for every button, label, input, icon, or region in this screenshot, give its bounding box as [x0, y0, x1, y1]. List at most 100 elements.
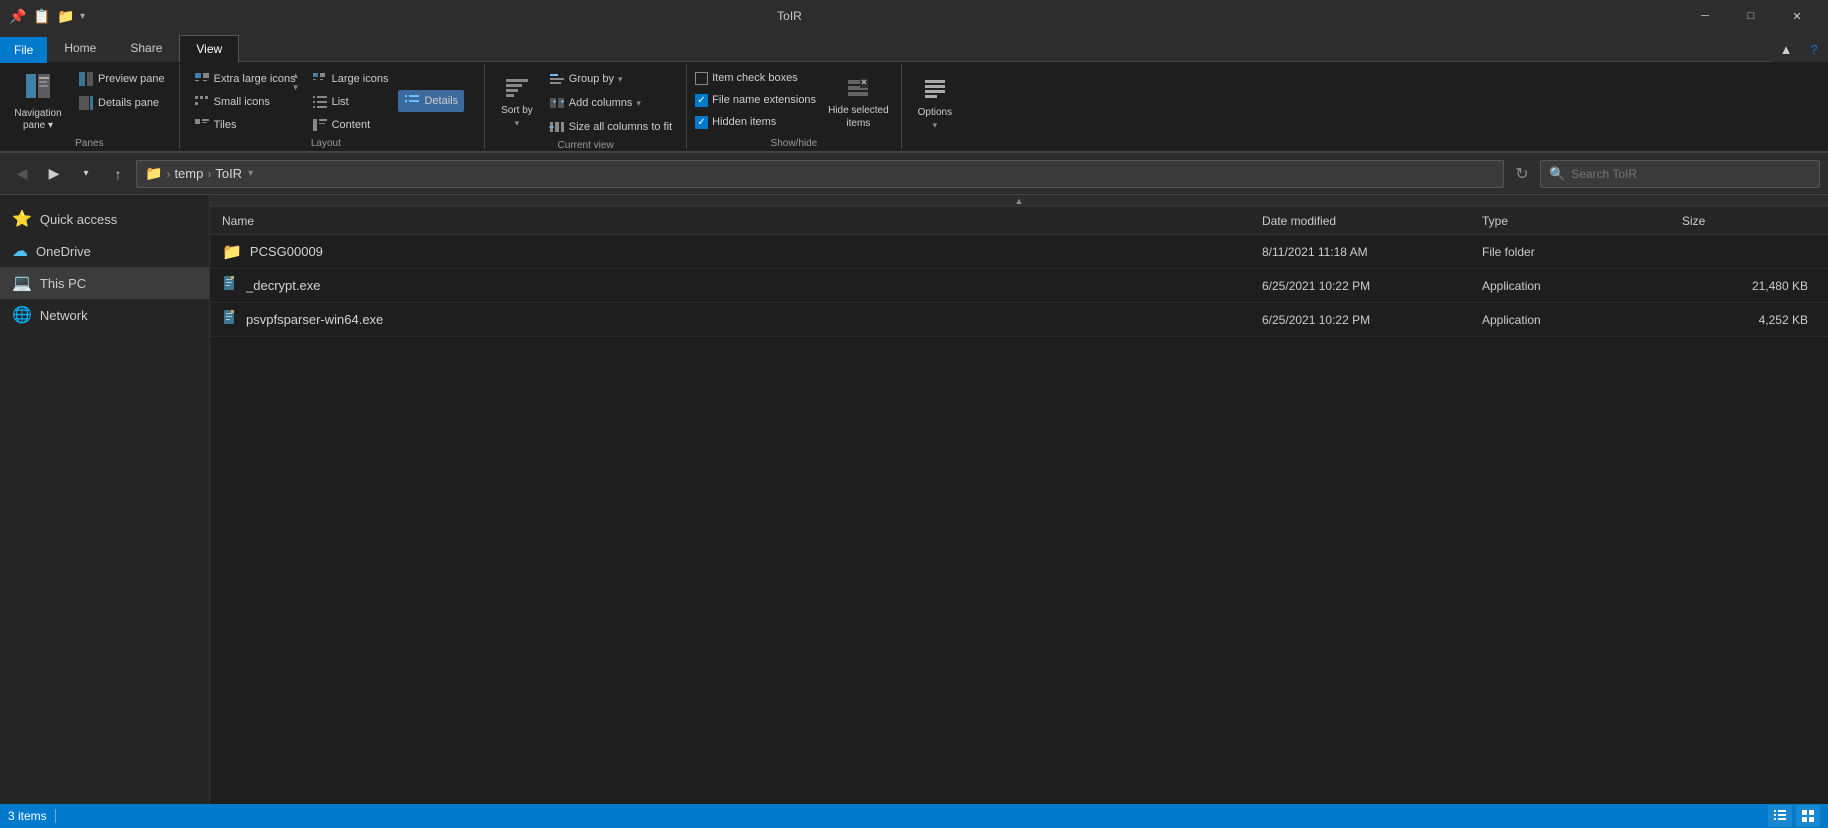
- quick-access-dropdown[interactable]: ▾: [80, 11, 85, 22]
- sidebar-item-onedrive[interactable]: ☁ OneDrive: [0, 235, 209, 267]
- search-input[interactable]: [1571, 167, 1811, 181]
- close-button[interactable]: ✕: [1774, 0, 1820, 32]
- tab-home[interactable]: Home: [47, 34, 113, 62]
- col-header-name[interactable]: Name: [214, 214, 1254, 228]
- list-button[interactable]: List: [306, 91, 395, 113]
- sort-by-label: Sort by: [501, 105, 533, 116]
- path-temp[interactable]: temp: [174, 166, 203, 181]
- options-button[interactable]: Options ▾: [910, 68, 960, 136]
- network-icon: 🌐: [12, 305, 32, 325]
- main-area: ⭐ Quick access ☁ OneDrive 💻 This PC 🌐 Ne…: [0, 195, 1828, 804]
- hidden-items-row[interactable]: ✓ Hidden items: [695, 112, 816, 132]
- add-columns-label: Add columns: [569, 97, 633, 109]
- details-button[interactable]: Details: [398, 90, 464, 112]
- up-button[interactable]: ↑: [104, 160, 132, 188]
- view-col: Group by ▾ Add columns ▾: [543, 68, 678, 138]
- col-header-size[interactable]: Size: [1674, 214, 1824, 228]
- large-icons-button[interactable]: Large icons: [306, 68, 395, 90]
- file-name-cell: 📁 PCSG00009: [214, 242, 1254, 262]
- tiles-button[interactable]: Tiles: [188, 114, 302, 136]
- clipboard-icon[interactable]: 📋: [32, 6, 52, 26]
- file-name-extensions-checkbox[interactable]: ✓: [695, 94, 708, 107]
- file-name: _decrypt.exe: [246, 278, 320, 293]
- path-dropdown-button[interactable]: ▾: [248, 168, 253, 179]
- pin-icon[interactable]: 📌: [8, 6, 28, 26]
- hidden-items-checkbox[interactable]: ✓: [695, 116, 708, 129]
- tab-share[interactable]: Share: [113, 34, 179, 62]
- table-row[interactable]: psvpfsparser-win64.exe 6/25/2021 10:22 P…: [210, 303, 1828, 337]
- ribbon-tabs: File Home Share View ▲ ?: [0, 32, 1828, 62]
- grid-view-mode-button[interactable]: [1796, 805, 1820, 827]
- exe-icon: [222, 275, 238, 296]
- col-header-date[interactable]: Date modified: [1254, 214, 1474, 228]
- ribbon-section-layout: Extra large icons Small icons Tiles ▲ ▼: [180, 64, 485, 149]
- preview-pane-button[interactable]: Preview pane: [72, 68, 171, 90]
- file-date: 6/25/2021 10:22 PM: [1254, 313, 1474, 327]
- folder-icon[interactable]: 📁: [56, 6, 76, 26]
- show-hide-col: Item check boxes ✓ File name extensions …: [695, 68, 816, 132]
- small-icons-button[interactable]: Small icons: [188, 91, 302, 113]
- restore-button[interactable]: □: [1728, 0, 1774, 32]
- title-bar: 📌 📋 📁 ▾ ToIR ─ □ ✕: [0, 0, 1828, 32]
- list-view-mode-button[interactable]: [1768, 805, 1792, 827]
- tab-file[interactable]: File: [0, 37, 47, 63]
- current-view-content: Sort by ▾ Group by ▾: [493, 68, 678, 138]
- size-all-columns-button[interactable]: Size all columns to fit: [543, 116, 678, 138]
- ribbon-section-show-hide: Item check boxes ✓ File name extensions …: [687, 64, 902, 149]
- sidebar-item-this-pc[interactable]: 💻 This PC: [0, 267, 209, 299]
- file-name-cell: _decrypt.exe: [214, 275, 1254, 296]
- quick-access-label: Quick access: [40, 212, 117, 227]
- sidebar-item-network[interactable]: 🌐 Network: [0, 299, 209, 331]
- scroll-down-arrow[interactable]: ▼: [292, 82, 300, 94]
- layout-col-details: Details: [398, 90, 464, 112]
- forward-button[interactable]: ▶: [40, 160, 68, 188]
- options-content: Options ▾: [910, 68, 960, 143]
- hide-selected-items-button[interactable]: Hide selecteditems: [824, 68, 893, 136]
- tab-view[interactable]: View: [179, 35, 239, 63]
- scroll-up-arrow[interactable]: ▲: [292, 70, 300, 82]
- item-check-boxes-checkbox[interactable]: [695, 72, 708, 85]
- refresh-button[interactable]: ↻: [1508, 160, 1536, 188]
- layout-content: Extra large icons Small icons Tiles ▲ ▼: [188, 68, 464, 136]
- col-header-type[interactable]: Type: [1474, 214, 1674, 228]
- file-type: Application: [1474, 279, 1674, 293]
- minimize-button[interactable]: ─: [1682, 0, 1728, 32]
- title-bar-icons: 📌 📋 📁 ▾: [8, 6, 97, 26]
- options-label: Options: [918, 107, 952, 118]
- this-pc-label: This PC: [40, 276, 86, 291]
- ribbon-content: Navigationpane ▾ Preview pane: [0, 62, 1828, 152]
- ribbon-section-panes: Navigationpane ▾ Preview pane: [0, 64, 180, 149]
- scroll-top[interactable]: ▲: [210, 195, 1828, 207]
- collapse-ribbon-button[interactable]: ▲: [1772, 35, 1800, 63]
- nav-pane-label: Navigationpane ▾: [14, 108, 61, 132]
- address-path[interactable]: 📁 › temp › ToIR ▾: [136, 160, 1504, 188]
- search-icon: 🔍: [1549, 166, 1565, 182]
- sidebar-item-quick-access[interactable]: ⭐ Quick access: [0, 203, 209, 235]
- file-type: File folder: [1474, 245, 1674, 259]
- nav-pane-button[interactable]: Navigationpane ▾: [8, 68, 68, 136]
- status-right-controls: [1768, 805, 1820, 827]
- panes-section-label: Panes: [75, 138, 103, 149]
- path-folder-icon: 📁: [145, 165, 162, 182]
- sort-by-button[interactable]: Sort by ▾: [493, 68, 541, 136]
- window-title: ToIR: [97, 9, 1482, 23]
- back-button[interactable]: ◀: [8, 160, 36, 188]
- ribbon: File Home Share View ▲ ?: [0, 32, 1828, 153]
- add-columns-button[interactable]: Add columns ▾: [543, 92, 678, 114]
- group-by-button[interactable]: Group by ▾: [543, 68, 678, 90]
- table-row[interactable]: _decrypt.exe 6/25/2021 10:22 PM Applicat…: [210, 269, 1828, 303]
- file-name-extensions-row[interactable]: ✓ File name extensions: [695, 90, 816, 110]
- layout-col: Extra large icons Small icons Tiles ▲ ▼: [188, 68, 302, 136]
- status-bar: 3 items: [0, 804, 1828, 828]
- details-pane-button[interactable]: Details pane: [72, 92, 171, 114]
- this-pc-icon: 💻: [12, 273, 32, 293]
- table-row[interactable]: 📁 PCSG00009 8/11/2021 11:18 AM File fold…: [210, 235, 1828, 269]
- item-check-boxes-row[interactable]: Item check boxes: [695, 68, 816, 88]
- layout-section-label: Layout: [311, 138, 341, 149]
- path-toir[interactable]: ToIR: [215, 166, 242, 181]
- show-hide-section-label: Show/hide: [771, 138, 818, 149]
- recent-locations-button[interactable]: ▾: [72, 160, 100, 188]
- extra-large-icons-button[interactable]: Extra large icons: [188, 68, 302, 90]
- content-button[interactable]: Content: [306, 114, 395, 136]
- help-button[interactable]: ?: [1800, 35, 1828, 63]
